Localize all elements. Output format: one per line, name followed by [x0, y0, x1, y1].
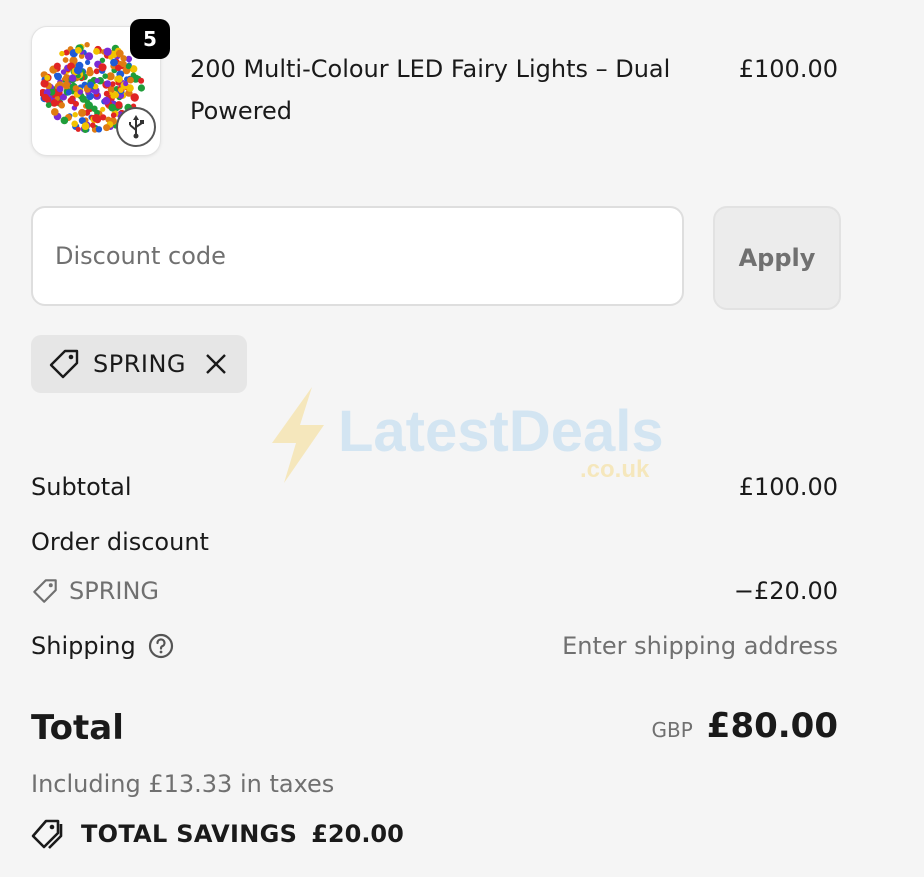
- total-amount-group: GBP £80.00: [652, 706, 838, 746]
- watermark-name: LatestDeals: [338, 399, 662, 464]
- usb-icon: [116, 107, 156, 147]
- latestdeals-watermark: LatestDeals .co.uk: [262, 385, 664, 489]
- order-discount-label: Order discount: [31, 528, 209, 556]
- product-name: 200 Multi-Colour LED Fairy Lights – Dual…: [190, 55, 671, 125]
- total-savings-label: TOTAL SAVINGS: [81, 820, 298, 848]
- discount-code-input[interactable]: [31, 206, 684, 306]
- quantity-badge: 5: [130, 19, 170, 59]
- tag-icon: [31, 577, 59, 605]
- lightning-bolt-icon: [272, 387, 324, 483]
- applied-code-label: SPRING: [93, 350, 187, 378]
- apply-button[interactable]: Apply: [713, 206, 841, 310]
- total-savings-row: TOTAL SAVINGS £20.00: [31, 818, 404, 850]
- discount-code-label: SPRING: [69, 577, 160, 605]
- taxes-note: Including £13.33 in taxes: [31, 770, 335, 798]
- product-thumbnail: 5: [31, 19, 170, 156]
- savings-tag-icon: [31, 818, 67, 850]
- discount-code-line: SPRING: [31, 574, 159, 608]
- shipping-value: Enter shipping address: [562, 632, 838, 660]
- subtotal-value: £100.00: [738, 473, 838, 501]
- subtotal-label: Subtotal: [31, 473, 132, 501]
- help-icon[interactable]: [148, 633, 174, 659]
- total-label: Total: [31, 708, 124, 748]
- tag-icon: [47, 347, 81, 381]
- currency-code: GBP: [651, 718, 693, 742]
- applied-code-chip: SPRING: [31, 335, 247, 393]
- watermark-domain: .co.uk: [580, 456, 650, 483]
- shipping-line: Shipping: [31, 629, 174, 663]
- shipping-label: Shipping: [31, 632, 136, 660]
- product-price: £100.00: [738, 55, 838, 83]
- total-savings-value: £20.00: [311, 820, 404, 848]
- discount-value: −£20.00: [733, 577, 838, 605]
- total-value: £80.00: [706, 706, 838, 746]
- remove-code-close-icon[interactable]: [204, 352, 228, 376]
